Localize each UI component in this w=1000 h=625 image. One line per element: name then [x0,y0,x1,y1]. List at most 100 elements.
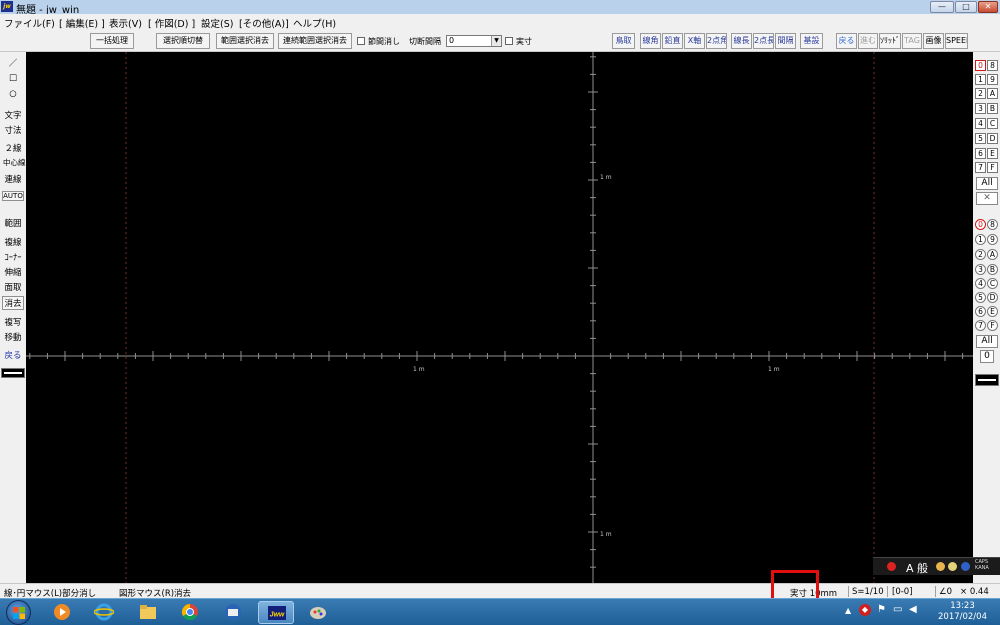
menu-help[interactable]: ヘルプ(H) [293,16,336,30]
group-6-button[interactable]: 6 [975,306,986,317]
layer-e-button[interactable]: E [987,148,998,159]
layer-cross-button[interactable]: ✕ [976,192,998,205]
continuous-line-tool[interactable]: 連線 [2,172,24,186]
layer-3-button[interactable]: 3 [975,103,986,114]
line-angle-button[interactable]: 線角 [640,33,661,49]
layer-d-button[interactable]: D [987,133,998,144]
group-c-button[interactable]: C [987,278,998,289]
group-9-button[interactable]: 9 [987,234,998,245]
layer-1-button[interactable]: 1 [975,74,986,85]
group-4-button[interactable]: 4 [975,278,986,289]
layer-6-button[interactable]: 6 [975,148,986,159]
title-bar[interactable]: jw 無題 - jw_win — □ ✕ [0,0,1000,16]
range-delete-button[interactable]: 範囲選択消去 [216,33,274,49]
volume-icon[interactable]: ◀ [909,604,917,615]
tray-expand-icon[interactable]: ▲ [845,606,851,615]
layer-5-button[interactable]: 5 [975,133,986,144]
group-5-button[interactable]: 5 [975,292,986,303]
batch-process-button[interactable]: 一括処理 [90,33,134,49]
center-line-tool[interactable]: 中心線 [2,156,26,169]
group-1-button[interactable]: 1 [975,234,986,245]
group-zero-button[interactable]: 0 [980,350,994,363]
layer-all-button[interactable]: All [976,177,998,190]
corner-tool[interactable]: ｺｰﾅｰ [2,250,24,264]
group-7-button[interactable]: 7 [975,320,986,331]
group-8-button[interactable]: 8 [987,219,998,230]
ime-dictionary-icon[interactable] [948,562,957,571]
chevron-down-icon[interactable]: ▼ [491,36,501,46]
layer-0-button[interactable]: 0 [975,60,986,71]
copy-tool[interactable]: 複写 [2,315,24,329]
status-scale[interactable]: S=1/10 [852,587,884,597]
network-icon[interactable]: ▭ [893,604,902,615]
start-button[interactable] [6,600,31,625]
minimize-button[interactable]: — [930,1,954,13]
explorer-taskbar-button[interactable] [130,601,166,624]
group-2-button[interactable]: 2 [975,249,986,260]
solid-button[interactable]: ｿﾘｯﾄﾞ [879,33,901,49]
layer-8-button[interactable]: 8 [987,60,998,71]
layer-c-button[interactable]: C [987,118,998,129]
line-length-button[interactable]: 線長 [731,33,752,49]
close-button[interactable]: ✕ [978,1,998,13]
menu-view[interactable]: 表示(V) [109,16,142,30]
menu-edit[interactable]: [ 編集(E) ] [59,16,105,30]
offset-line-tool[interactable]: 複線 [2,235,24,249]
base-set-button[interactable]: 基設 [800,33,823,49]
status-angle[interactable]: ∠0 [939,587,952,597]
layer-2-button[interactable]: 2 [975,88,986,99]
layer-b-button[interactable]: B [987,103,998,114]
group-e-button[interactable]: E [987,306,998,317]
group-f-button[interactable]: F [987,320,998,331]
interval-button[interactable]: 間隔 [775,33,796,49]
line-tool[interactable]: ／ [2,56,24,70]
undo-tool[interactable]: 戻る [2,348,24,362]
layer-f-button[interactable]: F [987,162,998,173]
two-point-length-button[interactable]: 2点長 [753,33,774,49]
jw-app-icon[interactable]: jw [1,1,13,12]
stretch-tool[interactable]: 伸縮 [2,265,24,279]
status-layer[interactable]: [0-0] [892,587,913,597]
ime-help-icon[interactable] [961,562,970,571]
jissun-checkbox[interactable] [505,37,513,45]
auto-tool[interactable]: AUTO [2,191,24,201]
delete-tool[interactable]: 消去 [2,296,24,310]
layer-a-button[interactable]: A [987,88,998,99]
jw-cad-taskbar-button[interactable]: Jww [258,601,294,624]
antivirus-icon[interactable]: ◆ [859,604,871,616]
thunderbird-taskbar-button[interactable] [215,601,251,624]
two-point-angle-button[interactable]: 2点角 [706,33,727,49]
group-d-button[interactable]: D [987,292,998,303]
flag-icon[interactable]: ⚑ [877,604,886,615]
dimension-tool[interactable]: 寸法 [2,123,24,137]
ime-language-bar[interactable]: A 般 CAPS KANA [873,557,1000,575]
group-b-button[interactable]: B [987,264,998,275]
redo-button[interactable]: 進む [858,33,878,49]
image-button[interactable]: 画像 [923,33,944,49]
group-a-button[interactable]: A [987,249,998,260]
speed-button[interactable]: SPEED [945,33,968,49]
group-all-button[interactable]: All [976,335,998,348]
tag-button[interactable]: TAG [902,33,922,49]
menu-other[interactable]: [その他(A)] [239,16,289,30]
cut-interval-combo[interactable]: 0 ▼ [446,35,502,47]
text-tool[interactable]: 文字 [2,108,24,122]
vertical-button[interactable]: 鉛直 [662,33,683,49]
double-line-tool[interactable]: ２線 [2,141,24,155]
circle-tool[interactable]: ○ [2,88,24,100]
ime-pin-icon[interactable] [887,562,896,571]
continuous-range-delete-button[interactable]: 連続範囲選択消去 [278,33,352,49]
ime-options[interactable]: CAPS KANA [975,559,989,571]
rectangle-tool[interactable]: □ [2,72,24,84]
chamfer-tool[interactable]: 面取 [2,280,24,294]
media-player-taskbar-button[interactable] [44,601,80,624]
maximize-button[interactable]: □ [955,1,977,13]
layer-7-button[interactable]: 7 [975,162,986,173]
setsudan-checkbox[interactable] [357,37,365,45]
ie-taskbar-button[interactable] [86,601,122,624]
move-tool[interactable]: 移動 [2,330,24,344]
menu-settings[interactable]: 設定(S) [201,16,233,30]
status-zoom[interactable]: × 0.44 [960,587,989,597]
clock[interactable]: 13:23 2017/02/04 [935,601,990,623]
paint-taskbar-button[interactable] [300,601,336,624]
